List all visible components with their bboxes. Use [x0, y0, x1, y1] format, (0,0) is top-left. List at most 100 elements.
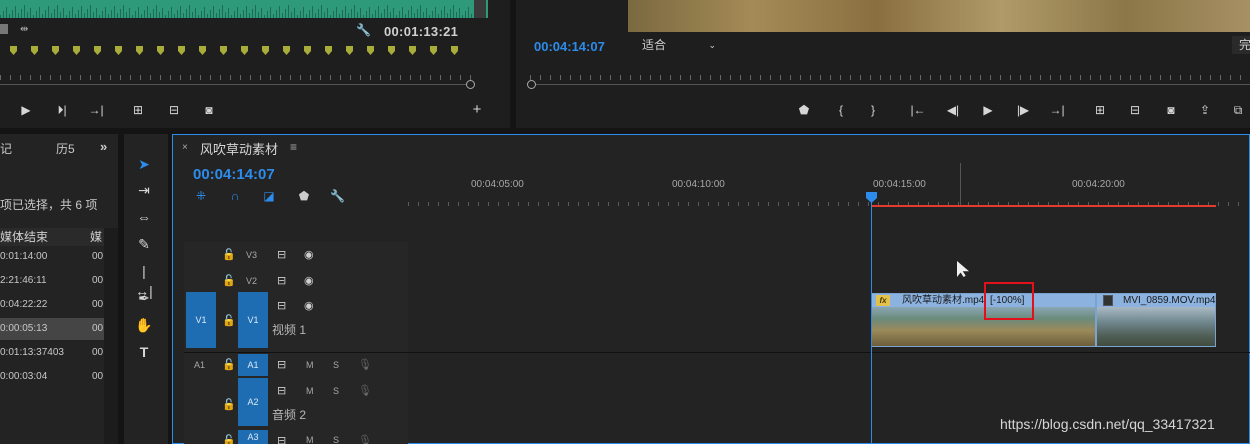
clip-marker-icon[interactable]	[388, 46, 395, 55]
fit-zoom-select[interactable]: 适合 ⌄	[636, 36, 722, 54]
clip-marker-icon[interactable]	[451, 46, 458, 55]
clip-marker-icon[interactable]	[157, 46, 164, 55]
source-scrollbar[interactable]	[474, 0, 486, 18]
clip-marker-icon[interactable]	[178, 46, 185, 55]
mute-button[interactable]: M	[306, 386, 314, 396]
eye-icon[interactable]: ◉	[304, 248, 314, 261]
clip-marker-icon[interactable]	[283, 46, 290, 55]
track-select-tool-icon[interactable]: ⇥	[134, 180, 154, 200]
solo-button[interactable]: S	[333, 386, 339, 396]
clip-marker-icon[interactable]	[241, 46, 248, 55]
list-item[interactable]: 0:01:14:00 00	[0, 246, 104, 268]
track-target-a3[interactable]: A3	[238, 430, 268, 444]
clip-marker-icon[interactable]	[115, 46, 122, 55]
source-zoom-handle[interactable]	[466, 80, 475, 89]
camera-export-frame-icon[interactable]: ◙	[201, 103, 217, 117]
extract-icon[interactable]: ⊟	[1127, 103, 1143, 117]
list-item[interactable]: 0:01:13:37403 00	[0, 342, 104, 364]
lift-icon[interactable]: ⊞	[1092, 103, 1108, 117]
list-item[interactable]: 2:21:46:11 00	[0, 270, 104, 292]
pen-tool-icon[interactable]: ✒	[134, 288, 154, 308]
mark-out-icon[interactable]: }	[865, 103, 881, 117]
go-to-out-icon[interactable]: →|	[88, 103, 104, 117]
mute-button[interactable]: M	[306, 435, 314, 444]
source-settings-wrench-icon[interactable]: 🔧	[356, 23, 371, 37]
video-clip[interactable]: MVI_0859.MOV.mp4	[1096, 293, 1216, 347]
mic-icon[interactable]: 🎙	[358, 384, 372, 397]
mic-icon[interactable]: 🎙	[358, 358, 372, 371]
clip-marker-icon[interactable]	[409, 46, 416, 55]
sync-lock-icon[interactable]: ⊟	[277, 358, 286, 371]
clip-marker-icon[interactable]	[430, 46, 437, 55]
insert-marker-icon[interactable]: ⇹	[20, 24, 28, 35]
step-forward-icon[interactable]: ⏵|	[54, 103, 70, 117]
mark-in-icon[interactable]: {	[833, 103, 849, 117]
panel-menu-icon[interactable]: ≡	[290, 140, 297, 154]
timeline-settings-wrench-icon[interactable]: 🔧	[330, 189, 345, 203]
razor-tool-icon[interactable]: ✎	[134, 234, 154, 254]
program-time-ruler[interactable]	[530, 66, 1250, 80]
list-item[interactable]: 0:00:03:04 00	[0, 366, 104, 388]
linked-selection-icon[interactable]: ◪	[262, 189, 276, 203]
timeline-timecode[interactable]: 00:04:14:07	[193, 166, 275, 183]
program-zoom-handle[interactable]	[527, 80, 536, 89]
sync-lock-icon[interactable]: ⊟	[277, 434, 286, 444]
add-marker-icon[interactable]: ⬟	[297, 189, 311, 203]
list-item[interactable]: 0:04:22:22 00	[0, 294, 104, 316]
clip-marker-icon[interactable]	[199, 46, 206, 55]
resolution-select[interactable]: 完	[1232, 36, 1250, 54]
program-camera-icon[interactable]: ◙	[1163, 103, 1179, 117]
clip-marker-icon[interactable]	[220, 46, 227, 55]
track-target-v1[interactable]: V1	[238, 292, 268, 348]
go-to-in-icon[interactable]: |←	[910, 103, 926, 117]
program-timecode[interactable]: 00:04:14:07	[534, 39, 605, 54]
export-icon[interactable]: ⇪	[1197, 103, 1213, 117]
sequence-tab[interactable]: 风吹草动素材	[200, 139, 278, 158]
selection-tool-icon[interactable]: ➤	[134, 154, 154, 174]
track-target-a2[interactable]: A2	[238, 378, 268, 426]
close-icon[interactable]: ×	[182, 142, 188, 153]
mic-icon[interactable]: 🎙	[358, 434, 372, 444]
lock-icon[interactable]: 🔓	[222, 358, 236, 371]
lock-icon[interactable]: 🔓	[222, 274, 236, 287]
sync-lock-icon[interactable]: ⊟	[277, 384, 286, 397]
lock-icon[interactable]: 🔓	[222, 398, 236, 411]
playhead-line[interactable]	[871, 200, 872, 444]
hand-tool-icon[interactable]: ✋	[134, 315, 154, 335]
snap-magnet-icon[interactable]: ∩	[228, 189, 242, 203]
eye-icon[interactable]: ◉	[304, 299, 314, 312]
column-header-row[interactable]: 媒体结束 媒	[0, 228, 104, 246]
play-icon[interactable]: ▶	[18, 103, 34, 117]
list-item-selected[interactable]: 0:00:05:13 00	[0, 318, 104, 340]
solo-button[interactable]: S	[333, 360, 339, 370]
add-button-icon[interactable]: +	[469, 102, 485, 117]
tab-markers[interactable]: 记	[0, 140, 12, 157]
clip-marker-icon[interactable]	[10, 46, 17, 55]
video-audio-separator[interactable]	[184, 352, 1250, 353]
overwrite-icon[interactable]: ⊟	[166, 103, 182, 117]
source-patch-a1[interactable]: A1	[194, 360, 205, 370]
clip-marker-icon[interactable]	[31, 46, 38, 55]
clip-marker-icon[interactable]	[262, 46, 269, 55]
clip-marker-icon[interactable]	[136, 46, 143, 55]
clip-marker-icon[interactable]	[325, 46, 332, 55]
clip-marker-icon[interactable]	[94, 46, 101, 55]
nest-icon[interactable]: ⁜	[194, 189, 208, 203]
more-panels-icon[interactable]: »	[100, 139, 107, 154]
source-patch-v1[interactable]: V1	[186, 292, 216, 348]
sync-lock-icon[interactable]: ⊟	[277, 248, 286, 261]
clip-marker-icon[interactable]	[304, 46, 311, 55]
ripple-edit-tool-icon[interactable]: ⇔	[134, 207, 154, 227]
lock-icon[interactable]: 🔓	[222, 248, 236, 261]
tab-history[interactable]: 历5	[56, 140, 75, 157]
program-play-icon[interactable]: ▶	[980, 103, 996, 117]
mute-button[interactable]: M	[306, 360, 314, 370]
safe-margin-icon[interactable]	[0, 24, 8, 34]
program-go-to-out-icon[interactable]: →|	[1049, 103, 1065, 117]
monitor-divider[interactable]	[510, 0, 516, 128]
add-marker-icon[interactable]: ⬟	[796, 103, 812, 117]
sync-lock-icon[interactable]: ⊟	[277, 299, 286, 312]
program-step-forward-icon[interactable]: |▶	[1015, 103, 1031, 117]
eye-icon[interactable]: ◉	[304, 274, 314, 287]
slip-tool-icon[interactable]: |↔|	[134, 261, 154, 299]
